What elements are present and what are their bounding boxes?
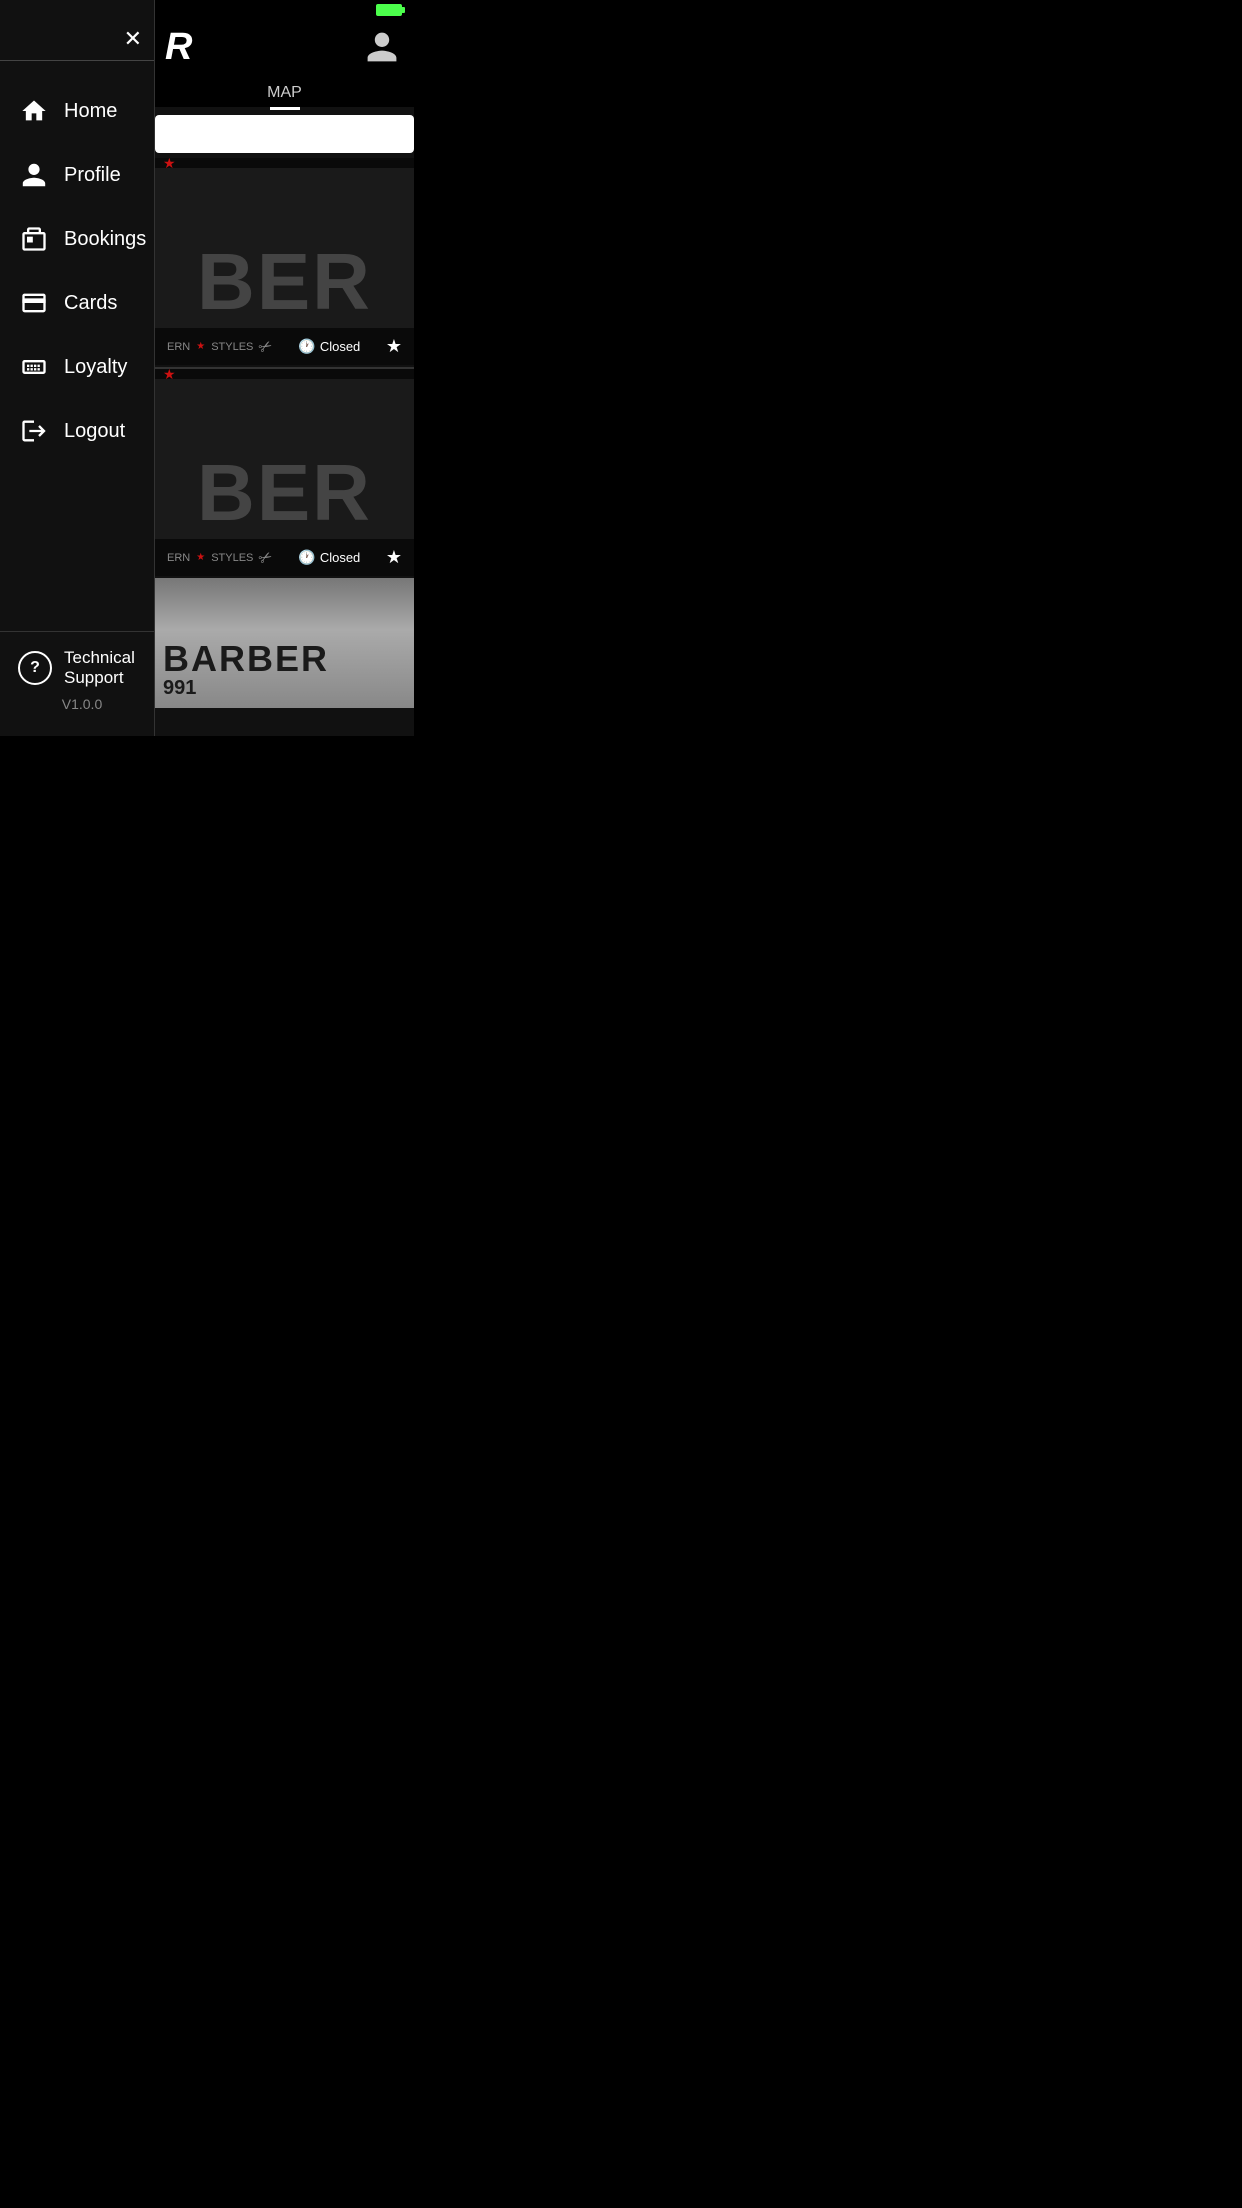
- barber-card-photo-3: BARBER 991: [155, 578, 414, 708]
- map-underline: [270, 107, 300, 110]
- sidebar-item-profile-label: Profile: [64, 164, 121, 187]
- profile-icon: [18, 159, 50, 191]
- barber-tag-row-2: ERN ★ STYLES ✂ 🕐 Closed ★: [155, 539, 414, 576]
- closed-badge-1: 🕐 Closed: [298, 338, 360, 355]
- sidebar-drawer: ✕ Home Profile: [0, 0, 155, 736]
- closed-label-2: Closed: [320, 550, 360, 565]
- barber-card-inner-2: BER: [155, 379, 414, 539]
- tag-star-2: ★: [196, 552, 205, 563]
- tag-star-1: ★: [196, 341, 205, 352]
- status-bar: [0, 0, 414, 20]
- favorite-star-1[interactable]: ★: [386, 336, 402, 357]
- sidebar-item-home-label: Home: [64, 100, 117, 123]
- logout-icon: [18, 415, 50, 447]
- sidebar-item-loyalty[interactable]: Loyalty: [0, 335, 154, 399]
- sidebar-item-bookings[interactable]: Bookings: [0, 207, 154, 271]
- barber-tag-row-1: ERN ★ STYLES ✂ 🕐 Closed ★: [155, 328, 414, 365]
- barber-photo-sub-text: 991: [163, 677, 406, 700]
- cards-icon: [18, 287, 50, 319]
- barber-bg-text-1: BER: [197, 236, 372, 328]
- sidebar-item-bookings-label: Bookings: [64, 228, 146, 251]
- barber-card-3[interactable]: BARBER 991: [155, 578, 414, 708]
- favorite-star-2[interactable]: ★: [386, 547, 402, 568]
- version-label: V1.0.0: [18, 696, 136, 712]
- home-icon: [18, 95, 50, 127]
- help-circle-icon: ?: [18, 651, 52, 685]
- barber-card-inner-1: BER: [155, 168, 414, 328]
- nav-items-list: Home Profile Bookings: [0, 69, 154, 631]
- closed-label-1: Closed: [320, 339, 360, 354]
- barber-bg-text-2: BER: [197, 447, 372, 539]
- sidebar-footer: ? Technical Support V1.0.0: [0, 631, 154, 736]
- search-bar[interactable]: [155, 115, 414, 153]
- sidebar-item-cards[interactable]: Cards: [0, 271, 154, 335]
- sidebar-item-profile[interactable]: Profile: [0, 143, 154, 207]
- clock-icon-1: 🕐: [298, 338, 315, 355]
- close-sidebar-button[interactable]: ✕: [124, 28, 142, 50]
- scissors-icon-2: ✂: [255, 545, 277, 569]
- loyalty-icon: [18, 351, 50, 383]
- barber-card-1[interactable]: ★ BER ERN ★ STYLES ✂ 🕐 Closed ★: [155, 158, 414, 365]
- sidebar-item-logout[interactable]: Logout: [0, 399, 154, 463]
- map-label[interactable]: MAP: [155, 79, 414, 107]
- closed-badge-2: 🕐 Closed: [298, 549, 360, 566]
- tech-support-row[interactable]: ? Technical Support: [18, 648, 136, 688]
- barber-tag-text-1: ERN ★ STYLES ✂: [167, 337, 273, 357]
- barber-tag-text-2: ERN ★ STYLES ✂: [167, 548, 273, 568]
- main-content: R MAP ★ BER ERN ★ STYLES ✂ 🕐 Closed: [155, 0, 414, 736]
- clock-icon-2: 🕐: [298, 549, 315, 566]
- battery-icon: [376, 4, 402, 16]
- sidebar-item-logout-label: Logout: [64, 420, 125, 443]
- sidebar-item-cards-label: Cards: [64, 292, 117, 315]
- sidebar-item-loyalty-label: Loyalty: [64, 356, 127, 379]
- user-avatar-button[interactable]: [360, 25, 404, 69]
- tech-support-label: Technical Support: [64, 648, 136, 688]
- scissors-icon-1: ✂: [255, 334, 277, 358]
- barber-card-2[interactable]: ★ BER ERN ★ STYLES ✂ 🕐 Closed ★: [155, 369, 414, 576]
- brand-letter: R: [165, 26, 192, 69]
- bookings-icon: [18, 223, 50, 255]
- sidebar-item-home[interactable]: Home: [0, 79, 154, 143]
- barber-photo-main-text: BARBER: [163, 641, 406, 677]
